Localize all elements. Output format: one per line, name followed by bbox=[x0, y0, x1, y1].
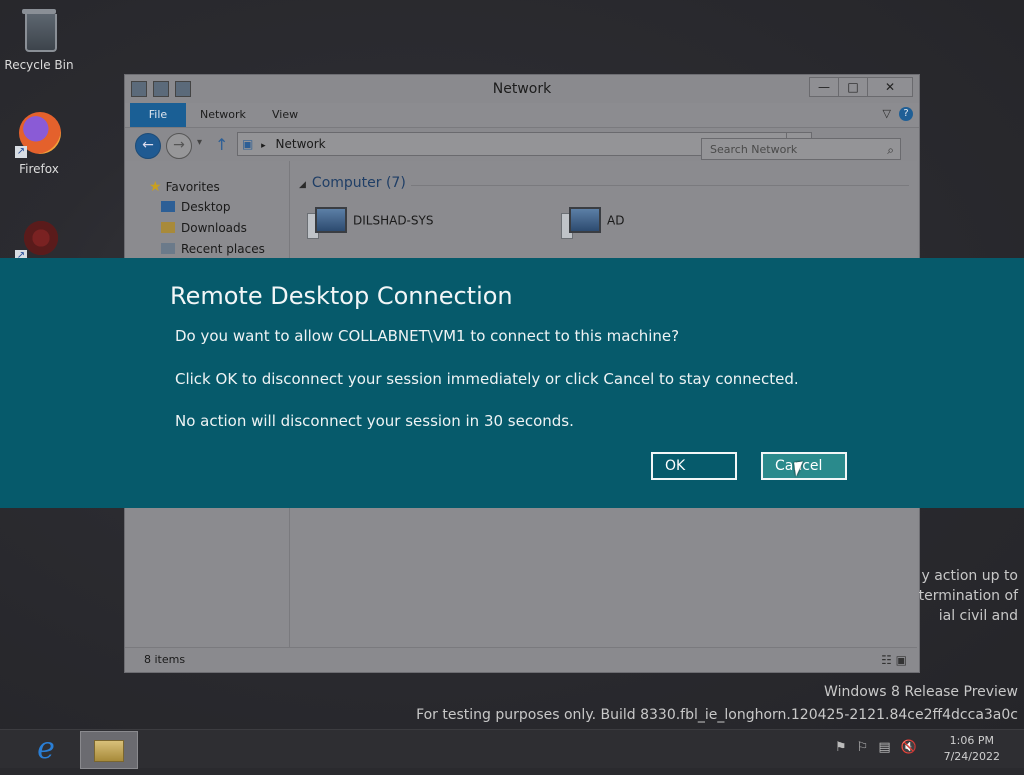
desktop-icon-label: Recycle Bin bbox=[4, 58, 74, 72]
computer-item[interactable]: AD bbox=[561, 205, 625, 239]
computer-item[interactable]: DILSHAD-SYS bbox=[307, 205, 434, 239]
app-icon: ↗ bbox=[15, 214, 63, 262]
firefox-icon: ↗ bbox=[15, 110, 63, 158]
status-bar: 8 items ☷ ▣ bbox=[125, 647, 917, 672]
mouse-cursor-icon bbox=[794, 461, 805, 477]
recent-locations-icon[interactable]: ▾ bbox=[197, 137, 202, 148]
tab-network[interactable]: Network bbox=[200, 103, 246, 127]
computer-label: AD bbox=[607, 213, 625, 228]
desktop-icon-recycle-bin[interactable]: Recycle Bin bbox=[1, 6, 77, 72]
window-title: Network bbox=[492, 81, 552, 97]
network-icon: ▣ bbox=[242, 137, 254, 151]
recent-places-icon bbox=[161, 243, 175, 254]
recycle-bin-icon bbox=[15, 6, 63, 54]
dialog-instruction: Click OK to disconnect your session imme… bbox=[175, 370, 799, 388]
ok-button[interactable]: OK bbox=[651, 452, 737, 480]
breadcrumb-network[interactable]: Network bbox=[276, 137, 326, 151]
internet-explorer-icon[interactable]: e bbox=[18, 731, 74, 767]
nav-item-desktop[interactable]: Desktop bbox=[161, 200, 231, 214]
up-arrow-icon[interactable]: ↑ bbox=[215, 135, 228, 154]
nav-favorites[interactable]: ★ Favorites bbox=[149, 179, 220, 195]
cancel-button[interactable]: Cancel bbox=[761, 452, 847, 480]
desktop-icon-label: Firefox bbox=[19, 162, 59, 176]
desktop-icon-firefox[interactable]: ↗ Firefox bbox=[1, 110, 77, 176]
downloads-icon bbox=[161, 222, 175, 233]
tab-view[interactable]: View bbox=[272, 103, 298, 127]
legal-line: ial civil and bbox=[938, 608, 1018, 624]
folder-icon bbox=[94, 740, 124, 762]
clock-date: 7/24/2022 bbox=[943, 750, 1000, 763]
action-center-icon[interactable]: ⚑ bbox=[835, 740, 847, 755]
desktop-icon bbox=[161, 201, 175, 212]
clock[interactable]: 1:06 PM 7/24/2022 bbox=[944, 733, 1000, 765]
computer-icon bbox=[307, 205, 347, 239]
dialog-question: Do you want to allow COLLABNET\VM1 to co… bbox=[175, 327, 680, 345]
dialog-timeout: No action will disconnect your session i… bbox=[175, 412, 574, 430]
network-tray-icon[interactable]: ▤ bbox=[878, 740, 890, 755]
window-controls: — □ ✕ bbox=[809, 77, 913, 97]
group-header[interactable]: ◢ Computer (7) bbox=[299, 175, 406, 191]
search-input[interactable]: Search Network ⌕ bbox=[701, 138, 901, 160]
collapse-icon[interactable]: ◢ bbox=[299, 180, 306, 190]
back-button[interactable]: ← bbox=[135, 133, 161, 159]
breadcrumb-chevron-icon[interactable]: ▸ bbox=[261, 141, 266, 151]
clock-time: 1:06 PM bbox=[949, 734, 994, 747]
minimize-button[interactable]: — bbox=[809, 77, 839, 97]
rdp-dialog: Remote Desktop Connection Do you want to… bbox=[0, 258, 1024, 508]
nav-item-label: Recent places bbox=[181, 242, 265, 256]
search-placeholder: Search Network bbox=[710, 143, 798, 156]
maximize-button[interactable]: □ bbox=[838, 77, 868, 97]
computer-icon bbox=[561, 205, 601, 239]
nav-favorites-label: Favorites bbox=[165, 180, 220, 194]
taskbar: e ⚑ ⚐ ▤ 🔇 1:06 PM 7/24/2022 bbox=[0, 729, 1024, 769]
legal-notice: y action up to termination of ial civil … bbox=[919, 566, 1018, 626]
view-toggle-icons[interactable]: ☷ ▣ bbox=[881, 653, 907, 667]
close-button[interactable]: ✕ bbox=[867, 77, 913, 97]
ribbon-tabs: File Network View ▽ ? bbox=[125, 103, 919, 128]
legal-line: y action up to bbox=[921, 568, 1018, 584]
star-icon: ★ bbox=[149, 179, 162, 195]
forward-button[interactable]: → bbox=[166, 133, 192, 159]
legal-line: termination of bbox=[918, 588, 1018, 604]
file-explorer-taskbar-button[interactable] bbox=[80, 731, 138, 769]
nav-item-recent-places[interactable]: Recent places bbox=[161, 242, 265, 256]
title-bar: Network — □ ✕ bbox=[125, 75, 919, 103]
help-icon[interactable]: ? bbox=[899, 107, 913, 121]
nav-item-label: Desktop bbox=[181, 200, 231, 214]
computer-label: DILSHAD-SYS bbox=[353, 213, 434, 228]
flag-alert-icon[interactable]: ⚐ bbox=[857, 740, 869, 755]
watermark-edition: Windows 8 Release Preview bbox=[824, 684, 1018, 700]
search-icon[interactable]: ⌕ bbox=[887, 139, 894, 161]
volume-muted-icon[interactable]: 🔇 bbox=[901, 740, 917, 755]
group-divider bbox=[411, 185, 909, 186]
watermark-build: For testing purposes only. Build 8330.fb… bbox=[416, 707, 1018, 723]
group-label: Computer (7) bbox=[311, 175, 406, 191]
item-count: 8 items bbox=[144, 653, 186, 666]
expand-ribbon-icon[interactable]: ▽ bbox=[883, 107, 891, 121]
dialog-title: Remote Desktop Connection bbox=[170, 282, 513, 310]
system-tray: ⚑ ⚐ ▤ 🔇 bbox=[835, 740, 917, 755]
tab-file[interactable]: File bbox=[130, 103, 186, 127]
nav-item-downloads[interactable]: Downloads bbox=[161, 221, 247, 235]
nav-item-label: Downloads bbox=[181, 221, 247, 235]
